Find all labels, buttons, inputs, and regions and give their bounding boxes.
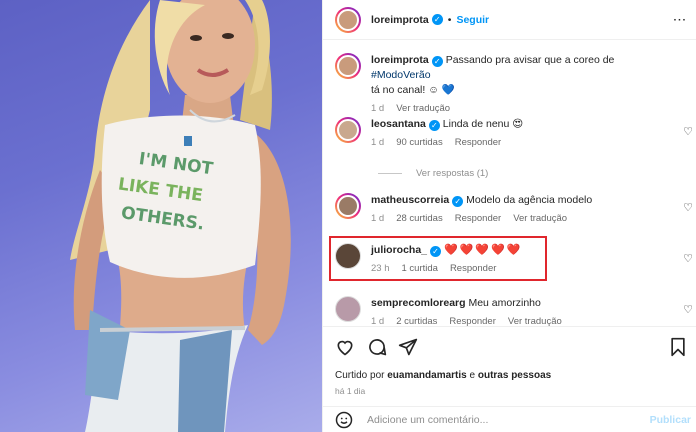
comment-text: ❤️❤️❤️❤️❤️	[443, 244, 523, 256]
liked-others-link[interactable]: outras pessoas	[478, 370, 551, 381]
translate-link[interactable]: Ver tradução	[508, 316, 562, 326]
caption-text: Passando pra avisar que a coreo de	[445, 54, 615, 66]
action-bar	[323, 326, 696, 366]
comment-text: Meu amorzinho	[468, 297, 541, 309]
comment-username[interactable]: juliorocha_	[371, 244, 427, 256]
post-header: loreimprota ✓ • Seguir ···	[323, 0, 696, 40]
verified-icon: ✓	[428, 120, 440, 131]
author-username[interactable]: loreimprota	[371, 14, 429, 26]
caption-time: 1 d	[371, 103, 385, 114]
reply-button[interactable]: Responder	[450, 263, 496, 274]
comment-item: matheuscorreia ✓ Modelo da agência modelo…	[335, 193, 671, 224]
post-date: há 1 dia	[335, 386, 366, 396]
caption-text-2: tá no canal! ☺ 💙	[371, 84, 455, 96]
like-comment-heart-icon[interactable]: ♡	[683, 125, 693, 138]
comment-likes[interactable]: 28 curtidas	[396, 213, 442, 224]
comment-item: leosantana ✓ Linda de nenu 😍 1 d 90 curtid…	[335, 117, 671, 148]
comment-time: 1 d	[371, 316, 385, 326]
post-photo[interactable]: I'M NOT LIKE THE OTHERS.	[0, 0, 322, 432]
bookmark-icon[interactable]	[669, 337, 687, 357]
reply-button[interactable]: Responder	[455, 213, 501, 224]
like-comment-heart-icon[interactable]: ♡	[683, 303, 693, 316]
verified-icon: ✓	[430, 246, 442, 257]
comment-bubble-icon[interactable]	[367, 337, 387, 357]
publish-button[interactable]: Publicar	[650, 414, 691, 426]
comment-time: 1 d	[371, 137, 385, 148]
caption-row: loreimprota ✓ Passando pra avisar que a c…	[335, 53, 671, 114]
comment-likes[interactable]: 90 curtidas	[396, 137, 442, 148]
comment-item: semprecomlorearg Meu amorzinho 1 d 2 curt…	[335, 296, 671, 326]
author-avatar[interactable]	[335, 6, 361, 33]
verified-icon: ✓	[431, 56, 443, 67]
caption-translate-link[interactable]: Ver tradução	[396, 103, 450, 114]
reply-button[interactable]: Responder	[449, 316, 495, 326]
comment-time: 1 d	[371, 213, 385, 224]
caption-username[interactable]: loreimprota	[371, 54, 429, 66]
separator-dot: •	[447, 13, 452, 26]
comment-username[interactable]: leosantana	[371, 118, 426, 130]
replies-line	[378, 173, 402, 174]
like-comment-heart-icon[interactable]: ♡	[683, 201, 693, 214]
emoji-icon[interactable]	[335, 411, 353, 429]
comments-list: loreimprota ✓ Passando pra avisar que a c…	[323, 41, 696, 326]
like-heart-icon[interactable]	[335, 337, 355, 357]
follow-button[interactable]: Seguir	[456, 14, 489, 26]
liked-by-user-link[interactable]: euamandamartis	[387, 370, 466, 381]
comment-time: 23 h	[371, 263, 390, 274]
verified-icon: ✓	[431, 14, 443, 25]
liked-mid: e	[469, 370, 476, 381]
comment-text: Linda de nenu 😍	[442, 118, 524, 130]
share-send-icon[interactable]	[398, 337, 418, 357]
comment-avatar[interactable]	[335, 117, 361, 143]
liked-by-line: Curtido por euamandamartis e outras pess…	[335, 370, 551, 381]
comment-avatar[interactable]	[335, 243, 361, 269]
view-replies-label: Ver respostas (1)	[416, 168, 489, 179]
liked-prefix: Curtido por	[335, 370, 385, 381]
translate-link[interactable]: Ver tradução	[513, 213, 567, 224]
comment-item-highlighted: juliorocha_ ✓ ❤️❤️❤️❤️❤️ 23 h 1 curtida Res…	[335, 243, 671, 274]
comment-text: Modelo da agência modelo	[466, 194, 593, 206]
view-replies-button[interactable]: Ver respostas (1)	[378, 168, 488, 179]
comment-username[interactable]: matheuscorreia	[371, 194, 449, 206]
comment-composer: Publicar	[323, 406, 696, 432]
woman-photo-illustration: I'M NOT LIKE THE OTHERS.	[70, 0, 291, 432]
comment-avatar[interactable]	[335, 296, 361, 322]
post-detail-panel: loreimprota ✓ • Seguir ··· loreimprota ✓ …	[322, 0, 696, 432]
comment-username[interactable]: semprecomlorearg	[371, 297, 466, 309]
comment-avatar[interactable]	[335, 193, 361, 219]
reply-button[interactable]: Responder	[455, 137, 501, 148]
comment-input[interactable]	[367, 413, 637, 426]
caption-avatar[interactable]	[335, 53, 361, 79]
verified-icon: ✓	[452, 196, 464, 207]
more-options-icon[interactable]: ···	[674, 14, 688, 26]
comment-likes[interactable]: 1 curtida	[402, 263, 438, 274]
caption-hashtag-link[interactable]: #ModoVerão	[371, 69, 431, 81]
comment-likes[interactable]: 2 curtidas	[396, 316, 437, 326]
like-comment-heart-icon[interactable]: ♡	[683, 252, 693, 265]
